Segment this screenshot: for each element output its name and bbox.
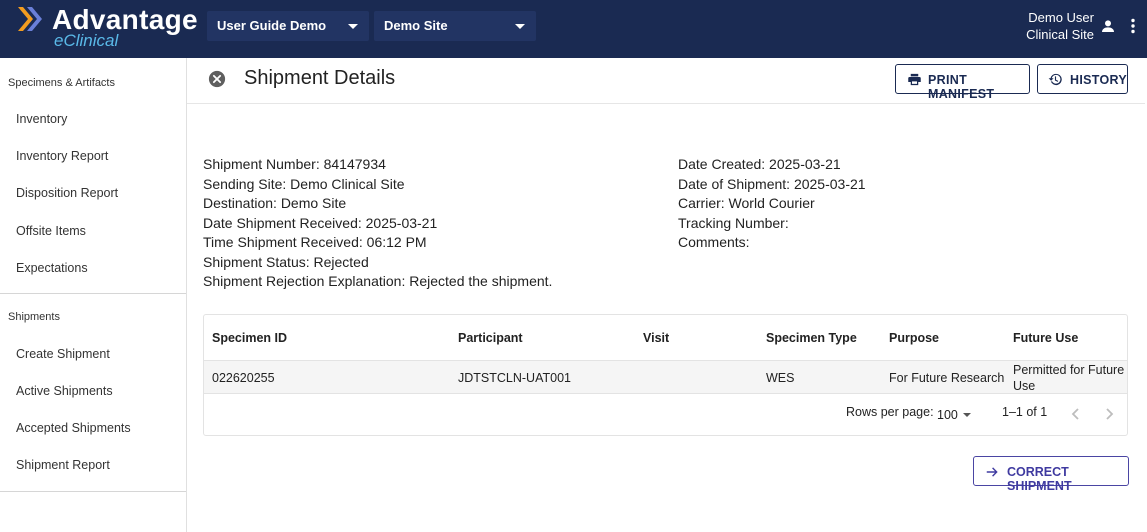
cell-participant: JDTSTCLN-UAT001 bbox=[458, 371, 571, 385]
rows-per-page-value: 100 bbox=[937, 408, 958, 422]
column-header-specimen-id[interactable]: Specimen ID bbox=[212, 331, 287, 345]
shipment-details-left: Shipment Number: 84147934 Sending Site: … bbox=[203, 155, 552, 292]
sidebar: Specimens & Artifacts Inventory Inventor… bbox=[0, 58, 187, 532]
history-icon bbox=[1048, 73, 1062, 86]
user-info[interactable]: Demo User Clinical Site bbox=[1026, 9, 1094, 43]
chevron-down-icon bbox=[348, 24, 358, 29]
sidebar-divider bbox=[0, 293, 186, 294]
more-vert-icon[interactable] bbox=[1128, 18, 1138, 34]
logo-chevron-icon bbox=[18, 7, 42, 31]
column-header-participant[interactable]: Participant bbox=[458, 331, 523, 345]
chevron-right-icon[interactable] bbox=[1103, 407, 1115, 421]
chevron-left-icon[interactable] bbox=[1070, 407, 1082, 421]
sidebar-item-create-shipment[interactable]: Create Shipment bbox=[16, 347, 110, 361]
print-manifest-label: PRINT MANIFEST bbox=[928, 73, 995, 101]
brand-logo[interactable]: Advantage eClinical bbox=[16, 3, 198, 55]
main-content: Shipment Details PRINT MANIFEST HISTORY … bbox=[187, 58, 1145, 532]
sidebar-item-offsite-items[interactable]: Offsite Items bbox=[16, 224, 86, 238]
sidebar-item-shipment-report[interactable]: Shipment Report bbox=[16, 458, 110, 472]
print-icon bbox=[908, 73, 921, 86]
shipment-details-right: Date Created: 2025-03-21 Date of Shipmen… bbox=[678, 155, 866, 253]
detail-time-received: Time Shipment Received: 06:12 PM bbox=[203, 234, 427, 250]
top-bar: Advantage eClinical User Guide Demo Demo… bbox=[0, 0, 1147, 58]
print-manifest-button[interactable]: PRINT MANIFEST bbox=[895, 64, 1030, 101]
sidebar-item-inventory[interactable]: Inventory bbox=[16, 112, 67, 126]
detail-shipment-number: Shipment Number: 84147934 bbox=[203, 156, 386, 172]
brand-sub: eClinical bbox=[54, 31, 119, 50]
study-dropdown-label: User Guide Demo bbox=[217, 18, 327, 33]
cell-specimen-id: 022620255 bbox=[212, 371, 275, 385]
detail-date-received: Date Shipment Received: 2025-03-21 bbox=[203, 214, 438, 231]
detail-destination: Destination: Demo Site bbox=[203, 195, 347, 211]
account-icon[interactable] bbox=[1100, 18, 1116, 34]
chevron-down-icon bbox=[963, 413, 971, 417]
sidebar-section-title: Shipments bbox=[8, 311, 60, 323]
user-site: Clinical Site bbox=[1026, 27, 1094, 42]
correct-shipment-label: CORRECT SHIPMENT bbox=[1007, 465, 1072, 493]
cell-future-use: Permitted for Future Use bbox=[1013, 363, 1125, 393]
header-divider bbox=[187, 103, 1145, 104]
column-header-specimen-type[interactable]: Specimen Type bbox=[766, 331, 857, 345]
sidebar-divider bbox=[0, 491, 186, 492]
arrow-right-icon bbox=[986, 467, 998, 477]
detail-tracking-number: Tracking Number: bbox=[678, 214, 789, 231]
chevron-down-icon bbox=[515, 24, 525, 29]
sidebar-item-accepted-shipments[interactable]: Accepted Shipments bbox=[16, 421, 131, 435]
table-row[interactable]: 022620255 JDTSTCLN-UAT001 WES For Future… bbox=[204, 360, 1127, 394]
rows-per-page-select[interactable]: 100 bbox=[935, 401, 975, 425]
pagination-range: 1–1 of 1 bbox=[1002, 405, 1048, 419]
cell-specimen-type: WES bbox=[766, 371, 795, 385]
sidebar-section-title: Specimens & Artifacts bbox=[8, 77, 115, 89]
close-circle-icon[interactable] bbox=[208, 70, 226, 88]
page-title: Shipment Details bbox=[244, 67, 396, 89]
study-dropdown[interactable]: User Guide Demo bbox=[207, 11, 369, 41]
site-dropdown[interactable]: Demo Site bbox=[374, 11, 536, 41]
sidebar-item-expectations[interactable]: Expectations bbox=[16, 261, 88, 275]
history-label: HISTORY bbox=[1070, 73, 1127, 87]
rows-per-page-label: Rows per page: bbox=[846, 405, 934, 419]
column-header-visit[interactable]: Visit bbox=[643, 331, 669, 345]
sidebar-item-disposition-report[interactable]: Disposition Report bbox=[16, 186, 118, 200]
detail-carrier: Carrier: World Courier bbox=[678, 195, 815, 211]
detail-status: Shipment Status: Rejected bbox=[203, 253, 369, 270]
specimen-table: Specimen ID Participant Visit Specimen T… bbox=[203, 314, 1128, 436]
detail-sending-site: Sending Site: Demo Clinical Site bbox=[203, 175, 405, 192]
detail-date-of-shipment: Date of Shipment: 2025-03-21 bbox=[678, 175, 866, 192]
detail-comments: Comments: bbox=[678, 234, 750, 250]
sidebar-item-inventory-report[interactable]: Inventory Report bbox=[16, 149, 108, 163]
site-dropdown-label: Demo Site bbox=[384, 18, 448, 33]
detail-date-created: Date Created: 2025-03-21 bbox=[678, 156, 841, 172]
correct-shipment-button[interactable]: CORRECT SHIPMENT bbox=[973, 456, 1129, 493]
detail-rejection-explanation: Shipment Rejection Explanation: Rejected… bbox=[203, 273, 553, 289]
sidebar-item-active-shipments[interactable]: Active Shipments bbox=[16, 384, 113, 398]
cell-purpose: For Future Research bbox=[889, 371, 1005, 385]
column-header-purpose[interactable]: Purpose bbox=[889, 331, 939, 345]
column-header-future-use[interactable]: Future Use bbox=[1013, 331, 1078, 345]
history-button[interactable]: HISTORY bbox=[1037, 64, 1128, 94]
user-name: Demo User bbox=[1028, 10, 1094, 25]
